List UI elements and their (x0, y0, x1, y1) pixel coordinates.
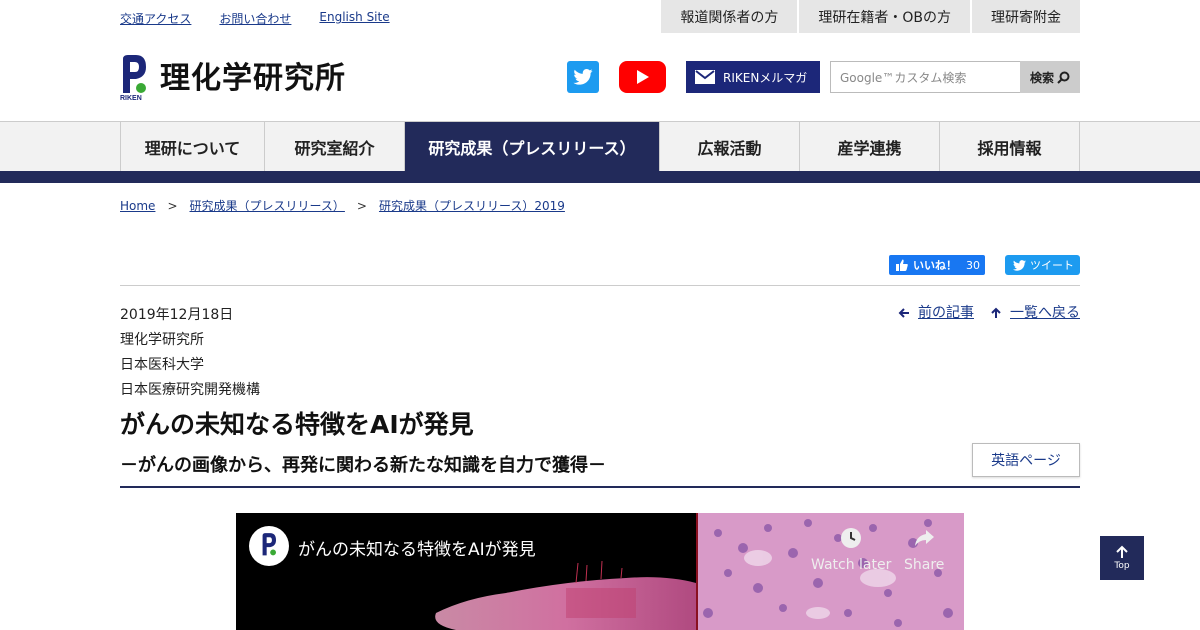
english-site-link[interactable]: English Site (319, 10, 389, 27)
tweet-button[interactable]: ツイート (1005, 255, 1080, 275)
prev-article-link[interactable]: 前の記事 (898, 303, 974, 323)
utility-links: 交通アクセス お問い合わせ English Site (120, 10, 390, 27)
nav-industry[interactable]: 産学連携 (800, 122, 940, 171)
mail-magazine-button[interactable]: RIKENメルマガ (686, 61, 820, 93)
breadcrumb-separator: > (167, 198, 178, 213)
nav-careers[interactable]: 採用情報 (940, 122, 1080, 171)
site-search: Google™カスタム検索 検索 (830, 61, 1080, 93)
title-underline (120, 486, 1080, 488)
donation-tab[interactable]: 理研寄附金 (972, 0, 1080, 33)
nav-about[interactable]: 理研について (121, 122, 265, 171)
article-meta: 2019年12月18日 理化学研究所 日本医科大学 日本医療研究開発機構 (120, 303, 260, 403)
prev-article-label: 前の記事 (918, 305, 974, 321)
article-subtitle: －がんの画像から、再発に関わる新たな知識を自力で獲得－ (120, 455, 606, 476)
search-button-label: 検索 (1029, 70, 1054, 85)
riken-logo-mark: RIKEN (120, 53, 148, 102)
tweet-label: ツイート (1030, 259, 1074, 272)
nav-labs[interactable]: 研究室紹介 (265, 122, 405, 171)
share-label: Share (904, 557, 945, 573)
search-button[interactable]: 検索 (1020, 61, 1080, 93)
arrow-up-icon (1116, 545, 1128, 558)
access-link[interactable]: 交通アクセス (120, 10, 191, 27)
watch-later-button[interactable]: Watch later (811, 527, 891, 573)
global-nav: 理研について 研究室紹介 研究成果（プレスリリース） 広報活動 産学連携 採用情… (0, 121, 1200, 171)
breadcrumb-press[interactable]: 研究成果（プレスリリース） (190, 197, 345, 214)
article-date: 2019年12月18日 (120, 307, 234, 323)
mail-icon (695, 70, 715, 84)
watch-later-label: Watch later (811, 557, 892, 573)
search-input[interactable]: Google™カスタム検索 (830, 61, 1020, 93)
nav-pr[interactable]: 広報活動 (660, 122, 800, 171)
back-to-top-button[interactable]: Top (1100, 536, 1144, 580)
back-to-list-link[interactable]: 一覧へ戻る (990, 303, 1080, 323)
breadcrumb-separator: > (356, 198, 367, 213)
thumbs-up-icon (896, 259, 908, 271)
contact-link[interactable]: お問い合わせ (219, 10, 291, 27)
twitter-bird-icon (1013, 259, 1026, 271)
video-player[interactable]: がんの未知なる特徴をAIが発見 Watch later Share (236, 513, 964, 630)
mail-magazine-label: RIKENメルマガ (723, 70, 808, 85)
logo-text: 理化学研究所 (160, 61, 346, 96)
search-icon (1057, 71, 1070, 84)
like-label: いいね！ (913, 259, 957, 272)
riken-logo-icon (262, 533, 276, 556)
svg-text:RIKEN: RIKEN (120, 95, 142, 101)
facebook-like-button[interactable]: いいね！ 30 (889, 255, 985, 275)
alumni-tab[interactable]: 理研在籍者・OBの方 (799, 0, 970, 33)
channel-avatar[interactable] (249, 526, 289, 566)
org-name: 理化学研究所 (120, 332, 204, 348)
share-button[interactable]: Share (904, 527, 944, 573)
breadcrumb-press-2019[interactable]: 研究成果（プレスリリース）2019 (379, 197, 565, 214)
nav-accent-bar (0, 171, 1200, 183)
share-arrow-icon (915, 530, 935, 546)
like-count: 30 (966, 258, 980, 272)
riken-logo[interactable]: RIKEN 理化学研究所 (120, 53, 346, 102)
article-pager: 前の記事 一覧へ戻る (898, 303, 1080, 323)
org-name: 日本医療研究開発機構 (120, 382, 260, 398)
clock-icon (841, 528, 862, 548)
audience-tabs: 報道関係者の方 理研在籍者・OBの方 理研寄附金 (661, 0, 1080, 33)
english-page-button[interactable]: 英語ページ (972, 443, 1080, 477)
org-name: 日本医科大学 (120, 357, 204, 373)
press-tab[interactable]: 報道関係者の方 (661, 0, 798, 33)
nav-press-releases[interactable]: 研究成果（プレスリリース） (405, 122, 660, 171)
back-to-list-label: 一覧へ戻る (1010, 305, 1080, 321)
breadcrumb: Home > 研究成果（プレスリリース） > 研究成果（プレスリリース）2019 (120, 197, 565, 214)
youtube-icon[interactable] (619, 61, 666, 93)
arrow-up-icon (991, 307, 1001, 318)
arrow-left-icon (898, 308, 909, 318)
breadcrumb-home[interactable]: Home (120, 199, 155, 213)
divider (120, 285, 1080, 286)
video-title: がんの未知なる特徴をAIが発見 (298, 540, 536, 560)
article-title: がんの未知なる特徴をAIが発見 (120, 410, 474, 439)
back-to-top-label: Top (1114, 561, 1130, 571)
twitter-icon[interactable] (567, 61, 599, 93)
